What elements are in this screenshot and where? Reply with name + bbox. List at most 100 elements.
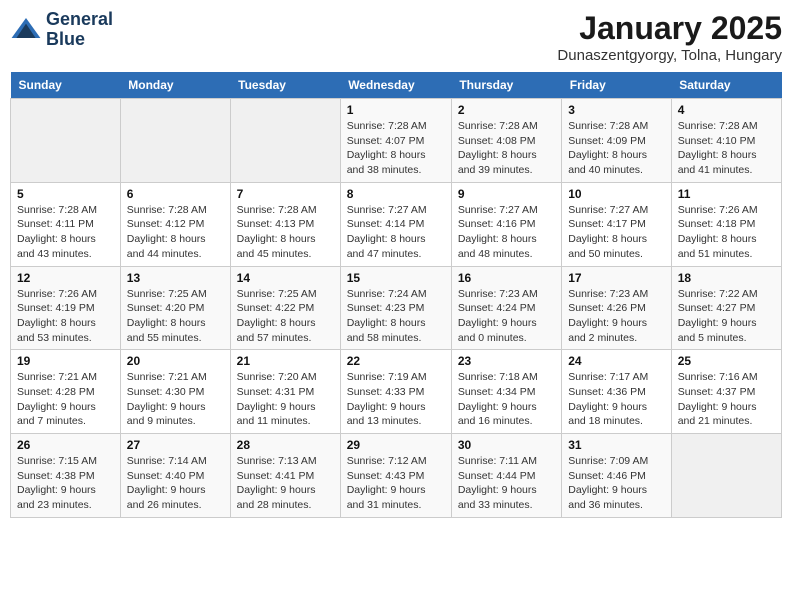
day-number: 5 (17, 187, 114, 201)
day-info: Sunrise: 7:18 AM Sunset: 4:34 PM Dayligh… (458, 370, 555, 429)
day-info: Sunrise: 7:12 AM Sunset: 4:43 PM Dayligh… (347, 454, 445, 513)
day-info: Sunrise: 7:28 AM Sunset: 4:08 PM Dayligh… (458, 119, 555, 178)
calendar-cell: 23Sunrise: 7:18 AM Sunset: 4:34 PM Dayli… (451, 350, 561, 434)
calendar-cell: 24 Sunrise: 7:17 AM Sunset: 4:36 PM Dayli… (562, 350, 671, 434)
calendar-cell: 1 Sunrise: 7:28 AM Sunset: 4:07 PM Daylig… (340, 99, 451, 183)
calendar-cell: 31 Sunrise: 7:09 AM Sunset: 4:46 PM Dayli… (562, 434, 671, 518)
calendar-cell: 26 Sunrise: 7:15 AM Sunset: 4:38 PM Dayli… (11, 434, 121, 518)
calendar-week-5: 26 Sunrise: 7:15 AM Sunset: 4:38 PM Dayli… (11, 434, 782, 518)
logo: General Blue (10, 10, 113, 50)
day-number: 19 (17, 354, 114, 368)
calendar-cell: 11 Sunrise: 7:26 AM Sunset: 4:18 PM Dayli… (671, 182, 781, 266)
day-info: Sunrise: 7:09 AM Sunset: 4:46 PM Dayligh… (568, 454, 664, 513)
day-info: Sunrise: 7:20 AM Sunset: 4:31 PM Dayligh… (237, 370, 334, 429)
calendar-cell (671, 434, 781, 518)
calendar-cell: 25 Sunrise: 7:16 AM Sunset: 4:37 PM Dayli… (671, 350, 781, 434)
calendar-week-1: 1 Sunrise: 7:28 AM Sunset: 4:07 PM Daylig… (11, 99, 782, 183)
day-info: Sunrise: 7:13 AM Sunset: 4:41 PM Dayligh… (237, 454, 334, 513)
day-number: 29 (347, 438, 445, 452)
calendar-cell: 14Sunrise: 7:25 AM Sunset: 4:22 PM Dayli… (230, 266, 340, 350)
day-info: Sunrise: 7:28 AM Sunset: 4:11 PM Dayligh… (17, 203, 114, 262)
calendar-cell: 19 Sunrise: 7:21 AM Sunset: 4:28 PM Dayli… (11, 350, 121, 434)
day-info: Sunrise: 7:26 AM Sunset: 4:19 PM Dayligh… (17, 287, 114, 346)
calendar-cell: 28 Sunrise: 7:13 AM Sunset: 4:41 PM Dayli… (230, 434, 340, 518)
day-number: 13 (127, 271, 224, 285)
calendar-cell: 3 Sunrise: 7:28 AM Sunset: 4:09 PM Daylig… (562, 99, 671, 183)
day-info: Sunrise: 7:21 AM Sunset: 4:28 PM Dayligh… (17, 370, 114, 429)
calendar-cell: 29 Sunrise: 7:12 AM Sunset: 4:43 PM Dayli… (340, 434, 451, 518)
title-area: January 2025 Dunaszentgyorgy, Tolna, Hun… (557, 10, 782, 64)
day-info: Sunrise: 7:11 AM Sunset: 4:44 PM Dayligh… (458, 454, 555, 513)
day-number: 7 (237, 187, 334, 201)
weekday-header-saturday: Saturday (671, 72, 781, 99)
calendar-cell (230, 99, 340, 183)
day-info: Sunrise: 7:15 AM Sunset: 4:38 PM Dayligh… (17, 454, 114, 513)
calendar-week-4: 19 Sunrise: 7:21 AM Sunset: 4:28 PM Dayli… (11, 350, 782, 434)
day-number: 3 (568, 103, 664, 117)
calendar-cell: 15Sunrise: 7:24 AM Sunset: 4:23 PM Dayli… (340, 266, 451, 350)
day-info: Sunrise: 7:19 AM Sunset: 4:33 PM Dayligh… (347, 370, 445, 429)
day-info: Sunrise: 7:14 AM Sunset: 4:40 PM Dayligh… (127, 454, 224, 513)
calendar-cell: 4Sunrise: 7:28 AM Sunset: 4:10 PM Daylig… (671, 99, 781, 183)
day-number: 24 (568, 354, 664, 368)
calendar-cell: 6Sunrise: 7:28 AM Sunset: 4:12 PM Daylig… (120, 182, 230, 266)
calendar-cell: 9 Sunrise: 7:27 AM Sunset: 4:16 PM Daylig… (451, 182, 561, 266)
day-info: Sunrise: 7:25 AM Sunset: 4:22 PM Dayligh… (237, 287, 334, 346)
day-info: Sunrise: 7:28 AM Sunset: 4:13 PM Dayligh… (237, 203, 334, 262)
day-number: 1 (347, 103, 445, 117)
day-info: Sunrise: 7:16 AM Sunset: 4:37 PM Dayligh… (678, 370, 775, 429)
day-number: 22 (347, 354, 445, 368)
day-number: 9 (458, 187, 555, 201)
day-info: Sunrise: 7:28 AM Sunset: 4:09 PM Dayligh… (568, 119, 664, 178)
day-number: 31 (568, 438, 664, 452)
calendar-cell: 30 Sunrise: 7:11 AM Sunset: 4:44 PM Dayli… (451, 434, 561, 518)
day-info: Sunrise: 7:23 AM Sunset: 4:26 PM Dayligh… (568, 287, 664, 346)
calendar-cell: 10Sunrise: 7:27 AM Sunset: 4:17 PM Dayli… (562, 182, 671, 266)
weekday-header-row: SundayMondayTuesdayWednesdayThursdayFrid… (11, 72, 782, 99)
calendar-cell: 2 Sunrise: 7:28 AM Sunset: 4:08 PM Daylig… (451, 99, 561, 183)
calendar-week-2: 5 Sunrise: 7:28 AM Sunset: 4:11 PM Daylig… (11, 182, 782, 266)
day-info: Sunrise: 7:21 AM Sunset: 4:30 PM Dayligh… (127, 370, 224, 429)
day-info: Sunrise: 7:17 AM Sunset: 4:36 PM Dayligh… (568, 370, 664, 429)
calendar-cell: 12Sunrise: 7:26 AM Sunset: 4:19 PM Dayli… (11, 266, 121, 350)
calendar-week-3: 12Sunrise: 7:26 AM Sunset: 4:19 PM Dayli… (11, 266, 782, 350)
day-number: 15 (347, 271, 445, 285)
weekday-header-tuesday: Tuesday (230, 72, 340, 99)
day-number: 16 (458, 271, 555, 285)
day-info: Sunrise: 7:23 AM Sunset: 4:24 PM Dayligh… (458, 287, 555, 346)
day-number: 30 (458, 438, 555, 452)
weekday-header-friday: Friday (562, 72, 671, 99)
day-number: 28 (237, 438, 334, 452)
day-number: 21 (237, 354, 334, 368)
day-info: Sunrise: 7:28 AM Sunset: 4:07 PM Dayligh… (347, 119, 445, 178)
calendar-table: SundayMondayTuesdayWednesdayThursdayFrid… (10, 72, 782, 518)
calendar-cell: 27 Sunrise: 7:14 AM Sunset: 4:40 PM Dayli… (120, 434, 230, 518)
day-number: 18 (678, 271, 775, 285)
day-number: 27 (127, 438, 224, 452)
calendar-cell: 20 Sunrise: 7:21 AM Sunset: 4:30 PM Dayli… (120, 350, 230, 434)
day-info: Sunrise: 7:27 AM Sunset: 4:14 PM Dayligh… (347, 203, 445, 262)
page-header: General Blue January 2025 Dunaszentgyorg… (10, 10, 782, 64)
calendar-cell: 17 Sunrise: 7:23 AM Sunset: 4:26 PM Dayli… (562, 266, 671, 350)
day-number: 17 (568, 271, 664, 285)
calendar-cell: 5 Sunrise: 7:28 AM Sunset: 4:11 PM Daylig… (11, 182, 121, 266)
calendar-cell (120, 99, 230, 183)
day-number: 26 (17, 438, 114, 452)
day-number: 11 (678, 187, 775, 201)
weekday-header-sunday: Sunday (11, 72, 121, 99)
day-number: 2 (458, 103, 555, 117)
day-number: 4 (678, 103, 775, 117)
calendar-cell: 18Sunrise: 7:22 AM Sunset: 4:27 PM Dayli… (671, 266, 781, 350)
logo-icon (10, 14, 42, 46)
day-number: 25 (678, 354, 775, 368)
calendar-cell: 8Sunrise: 7:27 AM Sunset: 4:14 PM Daylig… (340, 182, 451, 266)
calendar-cell: 7 Sunrise: 7:28 AM Sunset: 4:13 PM Daylig… (230, 182, 340, 266)
day-number: 20 (127, 354, 224, 368)
day-info: Sunrise: 7:25 AM Sunset: 4:20 PM Dayligh… (127, 287, 224, 346)
weekday-header-thursday: Thursday (451, 72, 561, 99)
day-info: Sunrise: 7:27 AM Sunset: 4:16 PM Dayligh… (458, 203, 555, 262)
weekday-header-monday: Monday (120, 72, 230, 99)
month-title: January 2025 (557, 10, 782, 47)
calendar-cell (11, 99, 121, 183)
day-info: Sunrise: 7:26 AM Sunset: 4:18 PM Dayligh… (678, 203, 775, 262)
